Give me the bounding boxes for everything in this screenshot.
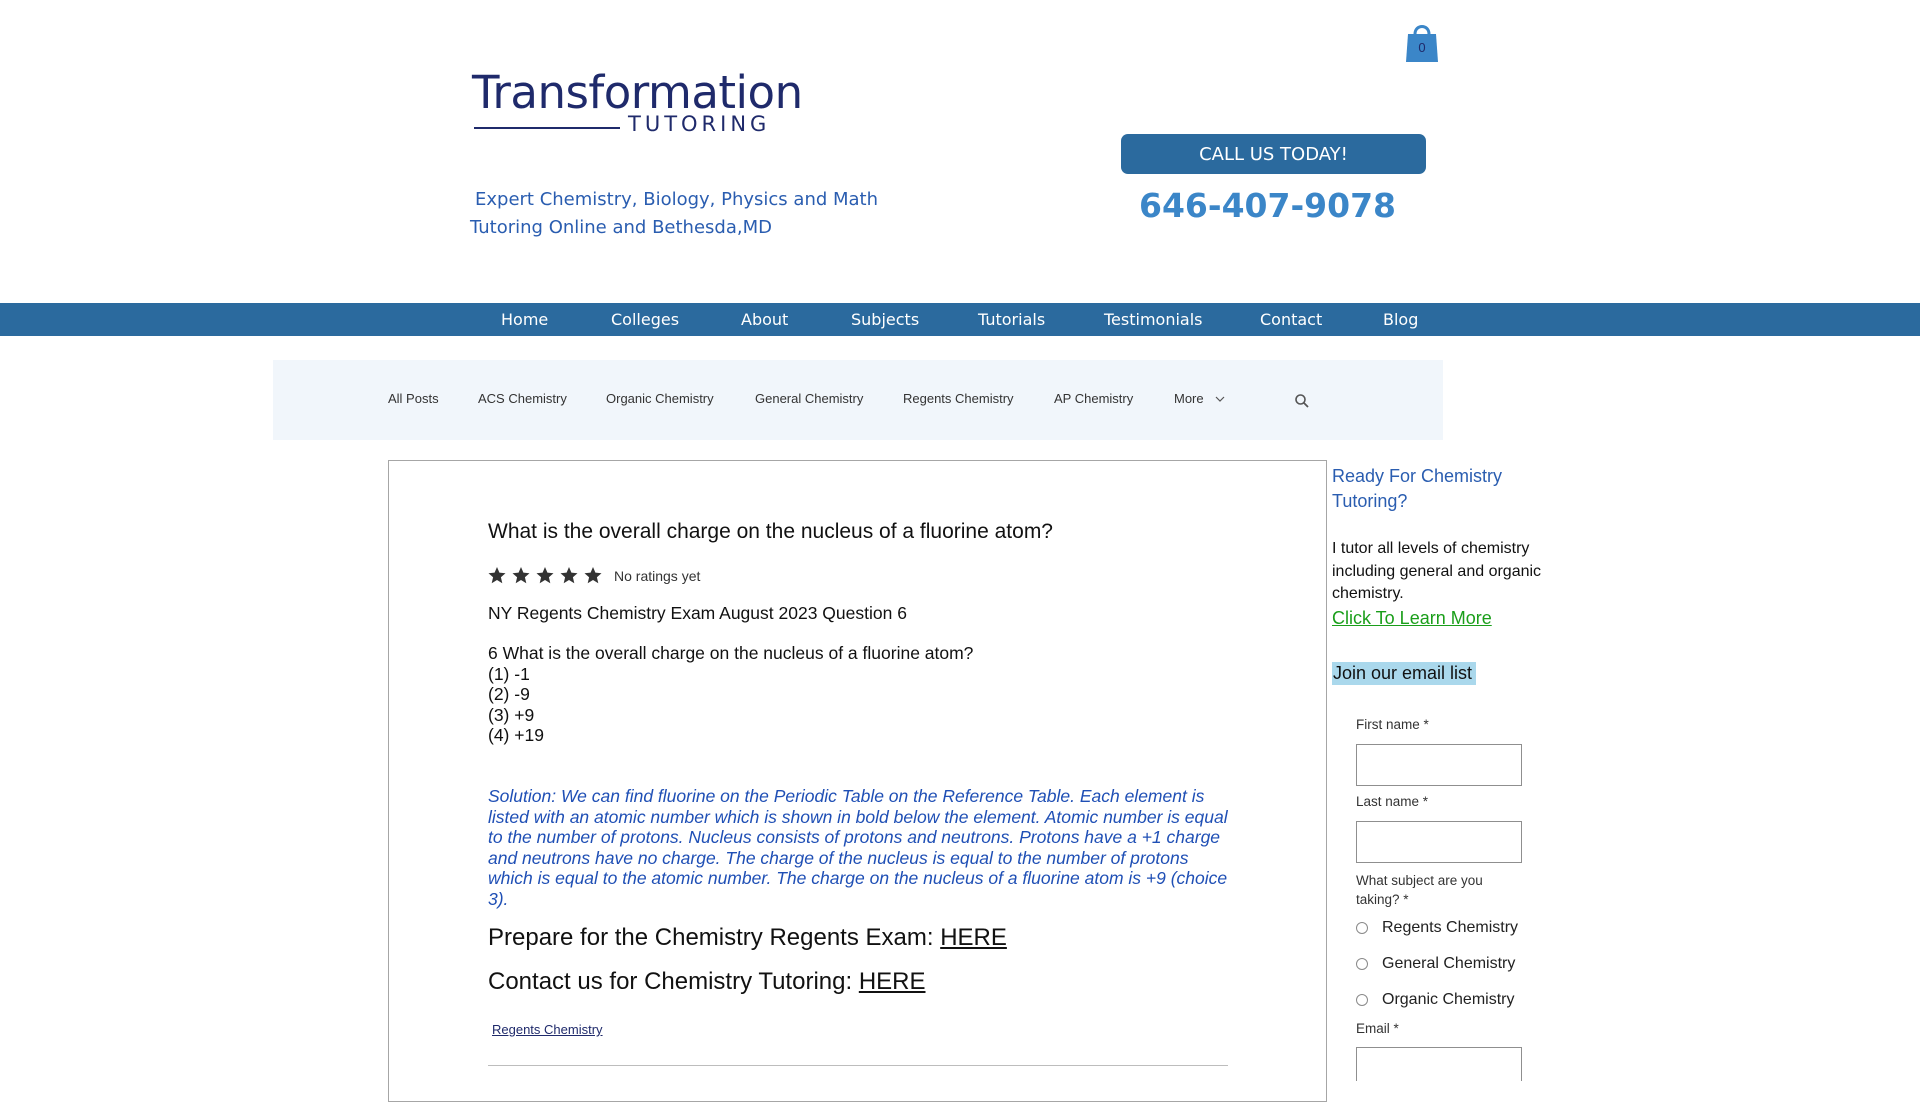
chevron-down-icon (1215, 396, 1225, 402)
contact-text: Contact us for Chemistry Tutoring: (488, 968, 859, 995)
answer-choice: (3) +9 (488, 705, 535, 725)
subject-option-general[interactable]: General Chemistry (1356, 955, 1515, 973)
tagline-line-1: Expert Chemistry, Biology, Physics and M… (475, 189, 879, 210)
last-name-label: Last name * (1356, 794, 1429, 809)
main-nav (0, 303, 1920, 336)
radio-button[interactable] (1356, 922, 1368, 934)
call-us-button[interactable]: CALL US TODAY! (1121, 134, 1426, 174)
contact-line: Contact us for Chemistry Tutoring: HERE (488, 968, 926, 996)
subject-option-label: General Chemistry (1382, 955, 1516, 972)
category-organic-chemistry[interactable]: Organic Chemistry (606, 391, 714, 406)
nav-home[interactable]: Home (501, 303, 548, 336)
email-label: Email * (1356, 1021, 1399, 1036)
answer-choice: (4) +19 (488, 725, 544, 745)
rating-stars-icon (488, 567, 602, 584)
sidebar-heading-line-2: Tutoring? (1332, 491, 1408, 511)
logo-wordmark[interactable]: Transformation (472, 70, 803, 115)
post-frame (388, 460, 1327, 1102)
logo-subtitle: TUTORING (628, 112, 771, 136)
category-general-chemistry[interactable]: General Chemistry (755, 391, 863, 406)
category-ap-chemistry[interactable]: AP Chemistry (1054, 391, 1133, 406)
exam-line: NY Regents Chemistry Exam August 2023 Qu… (488, 603, 907, 623)
category-more-label: More (1174, 391, 1204, 406)
first-name-field[interactable] (1356, 744, 1522, 786)
tagline: Expert Chemistry, Biology, Physics and M… (470, 186, 890, 242)
email-field[interactable] (1356, 1047, 1522, 1081)
sidebar-description-line: including general and organic (1332, 562, 1542, 580)
subject-option-label: Regents Chemistry (1382, 919, 1519, 936)
subject-option-regents[interactable]: Regents Chemistry (1356, 919, 1518, 937)
subject-option-organic[interactable]: Organic Chemistry (1356, 991, 1514, 1009)
answer-choice: (1) -1 (488, 664, 530, 684)
post-title: What is the overall charge on the nucleu… (488, 520, 1053, 543)
nav-contact[interactable]: Contact (1260, 303, 1322, 336)
radio-button[interactable] (1356, 958, 1368, 970)
phone-number[interactable]: 646-407-9078 (1120, 186, 1415, 225)
tagline-line-2: Tutoring Online and Bethesda,MD (470, 217, 772, 238)
prepare-line: Prepare for the Chemistry Regents Exam: … (488, 924, 1007, 952)
nav-testimonials[interactable]: Testimonials (1104, 303, 1203, 336)
radio-button[interactable] (1356, 994, 1368, 1006)
email-list-heading: Join our email list (1332, 662, 1477, 685)
logo-rule (474, 127, 620, 129)
star-rating[interactable] (488, 566, 603, 591)
category-more[interactable]: More (1174, 391, 1225, 406)
last-name-field[interactable] (1356, 821, 1522, 863)
contact-link[interactable]: HERE (859, 968, 926, 995)
search-icon (1295, 394, 1309, 408)
sidebar-description: I tutor all levels of chemistry includin… (1332, 538, 1552, 606)
rating-text: No ratings yet (614, 568, 701, 584)
category-all-posts[interactable]: All Posts (388, 391, 439, 406)
nav-blog[interactable]: Blog (1383, 303, 1418, 336)
sidebar-heading: Ready For Chemistry Tutoring? (1332, 464, 1532, 514)
subject-label-line-1: What subject are you (1356, 873, 1483, 888)
category-regents-chemistry[interactable]: Regents Chemistry (903, 391, 1014, 406)
post-divider (488, 1065, 1228, 1066)
learn-more-link[interactable]: Click To Learn More (1332, 608, 1492, 629)
nav-colleges[interactable]: Colleges (611, 303, 679, 336)
first-name-label: First name * (1356, 717, 1429, 732)
sidebar-description-line: chemistry. (1332, 585, 1404, 602)
subject-label: What subject are you taking? * (1356, 871, 1483, 909)
answer-choice: (2) -9 (488, 684, 530, 704)
prepare-text: Prepare for the Chemistry Regents Exam: (488, 924, 941, 951)
category-acs-chemistry[interactable]: ACS Chemistry (478, 391, 567, 406)
subject-label-line-2: taking? * (1356, 892, 1409, 907)
search-button[interactable] (1294, 393, 1310, 414)
sidebar-heading-line-1: Ready For Chemistry (1332, 466, 1503, 486)
post-tag-regents-chemistry[interactable]: Regents Chemistry (492, 1022, 603, 1037)
sidebar-description-line: I tutor all levels of chemistry (1332, 540, 1530, 557)
nav-tutorials[interactable]: Tutorials (978, 303, 1045, 336)
prepare-link[interactable]: HERE (940, 924, 1007, 951)
nav-about[interactable]: About (741, 303, 788, 336)
shopping-cart-button[interactable]: 0 (1405, 20, 1439, 64)
solution-text: Solution: We can find fluorine on the Pe… (488, 786, 1228, 909)
cart-count: 0 (1418, 40, 1426, 55)
subject-option-label: Organic Chemistry (1382, 991, 1515, 1008)
nav-subjects[interactable]: Subjects (851, 303, 919, 336)
question-text: 6 What is the overall charge on the nucl… (488, 643, 974, 663)
